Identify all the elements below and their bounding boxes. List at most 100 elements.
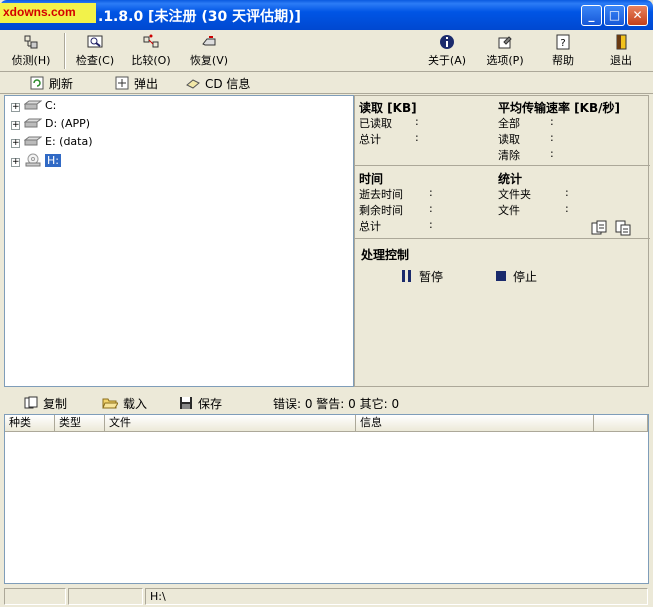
tree-item-c[interactable]: + C: — [11, 99, 56, 115]
time-total-label: 总计 — [359, 220, 381, 233]
stop-icon — [496, 271, 506, 281]
close-button[interactable]: ✕ — [627, 5, 648, 26]
files-label: 文件 — [498, 204, 520, 217]
column-header-type[interactable]: 类型 — [55, 415, 105, 432]
control-header: 处理控制 — [361, 248, 410, 262]
column-header-file[interactable]: 文件 — [105, 415, 356, 432]
save-label: 保存 — [198, 397, 223, 411]
check-label: 检查(C) — [75, 54, 115, 67]
tree-item-d[interactable]: + D: (APP) — [11, 117, 90, 133]
time-header: 时间 — [359, 172, 384, 186]
cd-drive-icon — [25, 153, 41, 167]
colon: : — [550, 131, 554, 144]
expand-icon[interactable]: + — [11, 139, 20, 148]
status-cell-2 — [68, 588, 143, 605]
help-button[interactable]: ? 帮助 — [540, 32, 586, 70]
eject-icon — [115, 76, 129, 90]
check-button[interactable]: 检查(C) — [72, 32, 118, 70]
exit-button[interactable]: 退出 — [598, 32, 644, 70]
floppy-save-icon — [180, 397, 192, 409]
svg-text:?: ? — [560, 38, 565, 49]
column-header-info[interactable]: 信息 — [356, 415, 594, 432]
column-header-kind[interactable]: 种类 — [5, 415, 55, 432]
column-header-filler — [594, 415, 648, 432]
exit-label: 退出 — [610, 54, 632, 67]
copy-label: 复制 — [43, 397, 68, 411]
colon: : — [550, 115, 554, 128]
load-label: 载入 — [123, 397, 148, 411]
colon: : — [429, 202, 433, 215]
read-total-label: 总计 — [359, 133, 381, 146]
log-toolbar: 复制 载入 保存 错误: 0 警告: 0 其它: 0 — [4, 392, 649, 414]
options-button[interactable]: 选项(P) — [482, 32, 528, 70]
speed-read-label: 读取 — [498, 133, 520, 146]
compare-icon — [143, 34, 159, 48]
drive-tree[interactable]: + C: + D: (APP) + E: (data) + H: — [4, 95, 354, 387]
expand-icon[interactable]: + — [11, 121, 20, 130]
speed-clear-label: 清除 — [498, 149, 520, 162]
stats-header: 统计 — [498, 172, 523, 186]
expand-icon[interactable]: + — [11, 158, 20, 167]
recover-icon — [202, 36, 216, 46]
cd-info-label: CD 信息 — [205, 77, 251, 91]
tree-item-e[interactable]: + E: (data) — [11, 135, 93, 151]
speed-all-label: 全部 — [498, 117, 520, 130]
colon: : — [565, 202, 569, 215]
load-log-button[interactable]: 载入 — [102, 395, 147, 412]
detect-icon — [24, 35, 38, 49]
recover-button[interactable]: 恢复(V) — [186, 32, 232, 70]
colon: : — [429, 186, 433, 199]
colon: : — [550, 147, 554, 160]
refresh-button[interactable]: 刷新 — [30, 75, 73, 91]
about-label: 关于(A) — [427, 54, 467, 67]
toolbar-separator — [64, 33, 66, 69]
cd-info-icon — [186, 79, 200, 89]
log-summary: 错误: 0 警告: 0 其它: 0 — [273, 397, 400, 411]
colon: : — [415, 131, 419, 144]
copy-log-button[interactable]: 复制 — [24, 395, 67, 412]
exit-door-icon — [616, 34, 627, 50]
cd-info-button[interactable]: CD 信息 — [186, 75, 250, 91]
recover-label: 恢复(V) — [189, 54, 229, 67]
refresh-icon — [30, 76, 44, 90]
drive-toolbar: 刷新 弹出 CD 信息 — [0, 72, 653, 94]
help-label: 帮助 — [552, 54, 574, 67]
copy-stats-icon[interactable] — [591, 220, 607, 236]
status-path: H:\ — [145, 588, 648, 605]
about-button[interactable]: 关于(A) — [424, 32, 470, 70]
time-stats-section: 时间 逝去时间 : 剩余时间 : 总计 : 统计 文件夹 : 文件 : — [355, 166, 650, 239]
compare-button[interactable]: 比较(O) — [128, 32, 174, 70]
help-icon: ? — [556, 34, 570, 50]
check-icon — [87, 35, 103, 48]
hard-drive-icon — [24, 118, 42, 128]
remaining-label: 剩余时间 — [359, 204, 403, 217]
pause-icon — [402, 270, 411, 282]
colon: : — [565, 186, 569, 199]
info-panel: 读取 [KB] 已读取 : 总计 : 平均传输速率 [KB/秒] 全部 : 读取… — [354, 95, 650, 387]
expand-icon[interactable]: + — [11, 103, 20, 112]
stop-button[interactable]: 停止 — [495, 268, 537, 285]
eject-button[interactable]: 弹出 — [115, 75, 158, 91]
log-list[interactable]: 种类 类型 文件 信息 — [4, 414, 649, 584]
detect-button[interactable]: 侦测(H) — [6, 32, 56, 70]
save-log-button[interactable]: 保存 — [179, 395, 222, 412]
speed-header: 平均传输速率 [KB/秒] — [498, 101, 620, 115]
hard-drive-icon — [24, 100, 42, 110]
tree-item-h[interactable]: + H: — [11, 153, 61, 169]
paste-stats-icon[interactable] — [615, 220, 631, 236]
info-icon — [440, 35, 454, 49]
maximize-button[interactable]: □ — [604, 5, 625, 26]
tree-item-label: E: (data) — [45, 135, 93, 148]
minimize-button[interactable]: _ — [581, 5, 602, 26]
copy-icon — [24, 396, 38, 409]
stop-label: 停止 — [513, 270, 538, 284]
title-bar[interactable]: xdowns.com .1.8.0 [未注册 (30 天评估期)] _ □ ✕ — [0, 0, 653, 30]
compare-label: 比较(O) — [131, 54, 171, 67]
hard-drive-icon — [24, 136, 42, 146]
status-bar: H:\ — [0, 586, 653, 607]
elapsed-label: 逝去时间 — [359, 188, 403, 201]
read-speed-section: 读取 [KB] 已读取 : 总计 : 平均传输速率 [KB/秒] 全部 : 读取… — [355, 96, 650, 166]
pause-button[interactable]: 暂停 — [401, 268, 443, 285]
tree-item-label: H: — [45, 154, 61, 167]
pause-label: 暂停 — [419, 270, 444, 284]
